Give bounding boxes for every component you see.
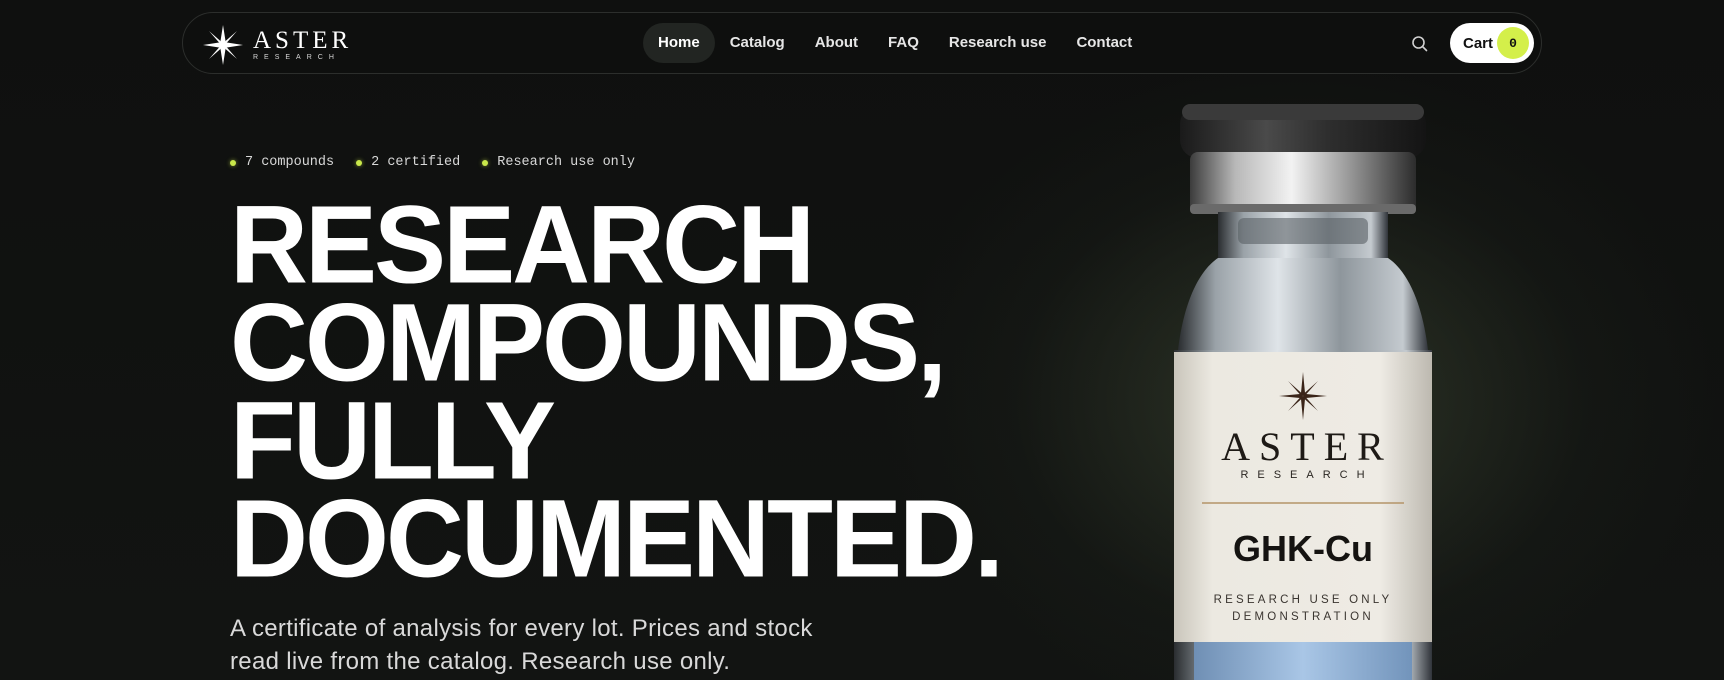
- vial-product-name: GHK-Cu: [1233, 528, 1373, 569]
- nav-catalog[interactable]: Catalog: [715, 23, 800, 63]
- search-button[interactable]: [1409, 33, 1431, 55]
- status-dot-icon: [482, 159, 489, 166]
- stat-label: 7 compounds: [245, 155, 335, 170]
- hero-stats: 7 compounds 2 certified Research use onl…: [230, 155, 635, 170]
- cart-label: Cart: [1463, 34, 1494, 52]
- stat-compounds: 7 compounds: [230, 155, 334, 170]
- brand-wordmark: ASTER RESEARCH: [253, 27, 353, 61]
- nav-contact[interactable]: Contact: [1061, 23, 1147, 63]
- brand-name: ASTER: [253, 27, 353, 54]
- product-vial-image: ASTER RESEARCH GHK-Cu RESEARCH USE ONLY …: [1174, 104, 1432, 680]
- brand-logo[interactable]: ASTER RESEARCH: [203, 25, 352, 65]
- status-dot-icon: [356, 159, 363, 166]
- headline-line: DOCUMENTED.: [230, 476, 1004, 601]
- top-navbar: ASTER RESEARCH Home Catalog About FAQ Re…: [182, 12, 1542, 74]
- cart-button[interactable]: Cart 0: [1450, 23, 1534, 63]
- nav-faq[interactable]: FAQ: [873, 23, 934, 63]
- search-icon: [1412, 36, 1428, 52]
- nav-research-use[interactable]: Research use: [934, 23, 1062, 63]
- hero-subtext: A certificate of analysis for every lot.…: [230, 615, 813, 675]
- vial-brand: ASTER: [1221, 424, 1393, 469]
- status-dot-icon: [230, 159, 236, 166]
- stat-certified: 2 certified: [356, 155, 460, 170]
- nav-about[interactable]: About: [800, 23, 873, 63]
- nav-home[interactable]: Home: [643, 23, 715, 63]
- stat-research-use: Research use only: [482, 155, 635, 170]
- vial-note-2: DEMONSTRATION: [1232, 611, 1374, 623]
- vial-brand-sub: RESEARCH: [1240, 469, 1373, 481]
- hero-headline: RESEARCH COMPOUNDS, FULLY DOCUMENTED.: [230, 189, 1004, 601]
- brand-tagline: RESEARCH: [253, 54, 340, 61]
- vial-note-1: RESEARCH USE ONLY: [1214, 594, 1393, 606]
- main-nav: Home Catalog About FAQ Research use Cont…: [643, 23, 1147, 63]
- star-logo-icon: [203, 25, 243, 65]
- stat-label: Research use only: [497, 155, 635, 170]
- cart-count-badge: 0: [1497, 27, 1529, 59]
- stat-label: 2 certified: [371, 155, 461, 170]
